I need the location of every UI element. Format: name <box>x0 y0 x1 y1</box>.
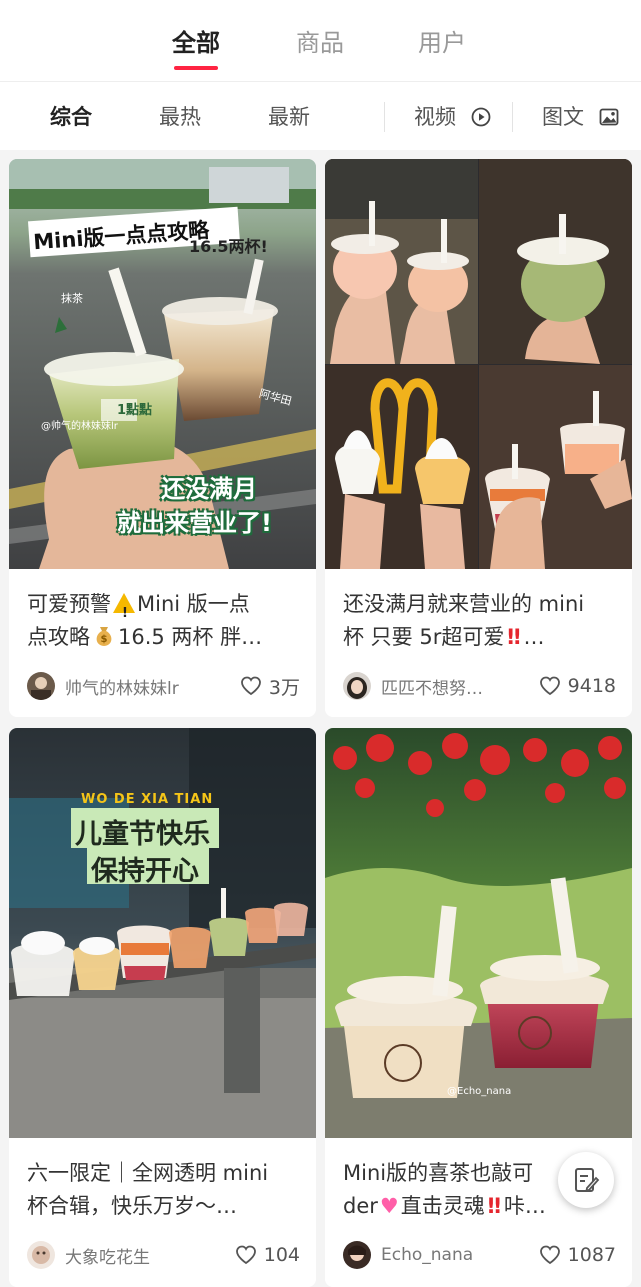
tab-all-label: 全部 <box>172 29 220 57</box>
warning-icon: ! <box>113 593 135 621</box>
filter-comprehensive[interactable]: 综合 <box>50 102 92 132</box>
heart-icon <box>539 1245 560 1265</box>
note-title-part: der <box>343 1194 378 1218</box>
cover-line-2: 保持开心 <box>91 856 199 887</box>
note-title-part: Mini 版一点 <box>137 592 250 616</box>
like-button[interactable]: 1087 <box>539 1240 616 1270</box>
note-title-part: 杯合辑，快乐万岁～… <box>27 1194 237 1218</box>
note-cover-image[interactable]: WO DE XIA TIAN 儿童节快乐 保持开心 <box>9 728 316 1138</box>
tab-products-label: 商品 <box>296 29 344 57</box>
tab-all[interactable]: 全部 <box>172 26 220 70</box>
avatar <box>343 672 371 700</box>
note-title-part: 杯 只要 5r超可爱 <box>343 625 505 649</box>
active-tab-indicator <box>174 66 218 70</box>
cover-watermark: @帅气的林妹妹lr <box>41 421 118 432</box>
cover-caption-1: 还没满月 <box>161 475 257 503</box>
note-cover-image[interactable]: Mini版一点点攻略 16.5两杯! 抹茶 阿华田 1點點 @帅气的林妹妹lr … <box>9 159 316 569</box>
note-title-part: Mini版的喜茶也敲可 <box>343 1161 534 1185</box>
like-count: 1087 <box>567 1244 616 1266</box>
double-exclamation-icon: ‼ <box>507 625 521 649</box>
tab-users[interactable]: 用户 <box>418 26 466 60</box>
like-button[interactable]: 104 <box>235 1240 300 1270</box>
avatar <box>27 672 55 700</box>
note-author[interactable]: Echo_nana <box>343 1240 473 1270</box>
cover-label-matcha: 抹茶 <box>61 292 83 305</box>
note-title-part: 可爱预警 <box>27 592 111 616</box>
author-name: 匹匹不想努… <box>381 678 483 699</box>
note-title-part: … <box>523 625 545 649</box>
avatar <box>27 1241 55 1269</box>
note-title: 还没满月就来营业的 mini 杯 只要 5r超可爱 ‼… <box>343 588 618 654</box>
cover-line-1: 儿童节快乐 <box>75 819 210 850</box>
like-count: 9418 <box>567 675 616 697</box>
note-author[interactable]: 匹匹不想努… <box>343 671 483 701</box>
filter-image-text-label: 图文 <box>542 105 584 129</box>
filter-hottest[interactable]: 最热 <box>159 102 201 132</box>
filter-newest-label: 最新 <box>268 105 310 129</box>
avatar <box>343 1241 371 1269</box>
cover-subtitle: WO DE XIA TIAN <box>81 792 214 807</box>
like-button[interactable]: 9418 <box>539 671 616 701</box>
filter-comprehensive-label: 综合 <box>50 105 92 129</box>
heart-icon <box>235 1245 256 1265</box>
heart-icon <box>539 676 560 696</box>
filter-bar: 综合 最热 最新 视频 图文 <box>0 82 641 150</box>
note-cover-image[interactable] <box>325 159 632 569</box>
filter-newest[interactable]: 最新 <box>268 102 310 132</box>
filter-video-label: 视频 <box>414 105 456 129</box>
like-count: 104 <box>263 1244 300 1266</box>
like-button[interactable]: 3万 <box>240 671 300 701</box>
pink-heart-icon: ♥ <box>379 1194 399 1218</box>
note-card[interactable]: WO DE XIA TIAN 儿童节快乐 保持开心 六一限定｜全网透明 mini… <box>9 728 316 1287</box>
filter-hottest-label: 最热 <box>159 105 201 129</box>
note-title: 六一限定｜全网透明 mini 杯合辑，快乐万岁～… <box>27 1157 302 1223</box>
svg-text:$: $ <box>101 634 108 645</box>
filter-video[interactable]: 视频 <box>414 102 491 132</box>
author-name: 帅气的林妹妹lr <box>65 678 179 699</box>
edit-note-icon <box>575 1168 600 1192</box>
create-note-button[interactable] <box>558 1152 614 1208</box>
author-name: Echo_nana <box>381 1245 474 1265</box>
note-card[interactable]: 还没满月就来营业的 mini 杯 只要 5r超可爱 ‼… 匹匹不想努… 9418 <box>325 159 632 717</box>
tab-products[interactable]: 商品 <box>296 26 344 60</box>
note-author[interactable]: 帅气的林妹妹lr <box>27 671 179 701</box>
double-exclamation-icon: ‼ <box>487 1194 501 1218</box>
note-title-part: 六一限定｜全网透明 mini <box>27 1161 269 1185</box>
cup-brand-label: 1點點 <box>117 403 153 418</box>
tab-users-label: 用户 <box>418 29 466 57</box>
note-title-part: 还没满月就来营业的 mini <box>343 592 585 616</box>
filter-divider <box>512 102 513 132</box>
cover-price: 16.5两杯! <box>189 237 268 256</box>
cover-caption-2: 就出来营业了! <box>117 509 272 537</box>
money-bag-icon: $ <box>94 624 114 646</box>
note-title-part: 点攻略 <box>27 625 90 649</box>
search-result-tabs: 全部 商品 用户 <box>0 0 641 82</box>
cover-watermark: @Echo_nana <box>447 1086 512 1097</box>
note-title-part: 直击灵魂 <box>400 1194 485 1218</box>
filter-divider <box>384 102 385 132</box>
note-cover-image[interactable]: @Echo_nana <box>325 728 632 1138</box>
note-title: 可爱预警! Mini 版一点点攻略 $16.5 两杯 胖… <box>27 588 302 654</box>
note-title-part: 咔… <box>503 1194 546 1218</box>
author-name: 大象吃花生 <box>65 1247 150 1268</box>
like-count: 3万 <box>268 676 300 699</box>
note-title-part: 16.5 两杯 胖… <box>118 625 263 649</box>
note-card[interactable]: Mini版一点点攻略 16.5两杯! 抹茶 阿华田 1點點 @帅气的林妹妹lr … <box>9 159 316 717</box>
note-author[interactable]: 大象吃花生 <box>27 1240 150 1270</box>
image-icon <box>599 108 619 126</box>
filter-image-text[interactable]: 图文 <box>542 102 619 132</box>
heart-icon <box>241 676 261 696</box>
play-circle-icon <box>471 107 491 127</box>
